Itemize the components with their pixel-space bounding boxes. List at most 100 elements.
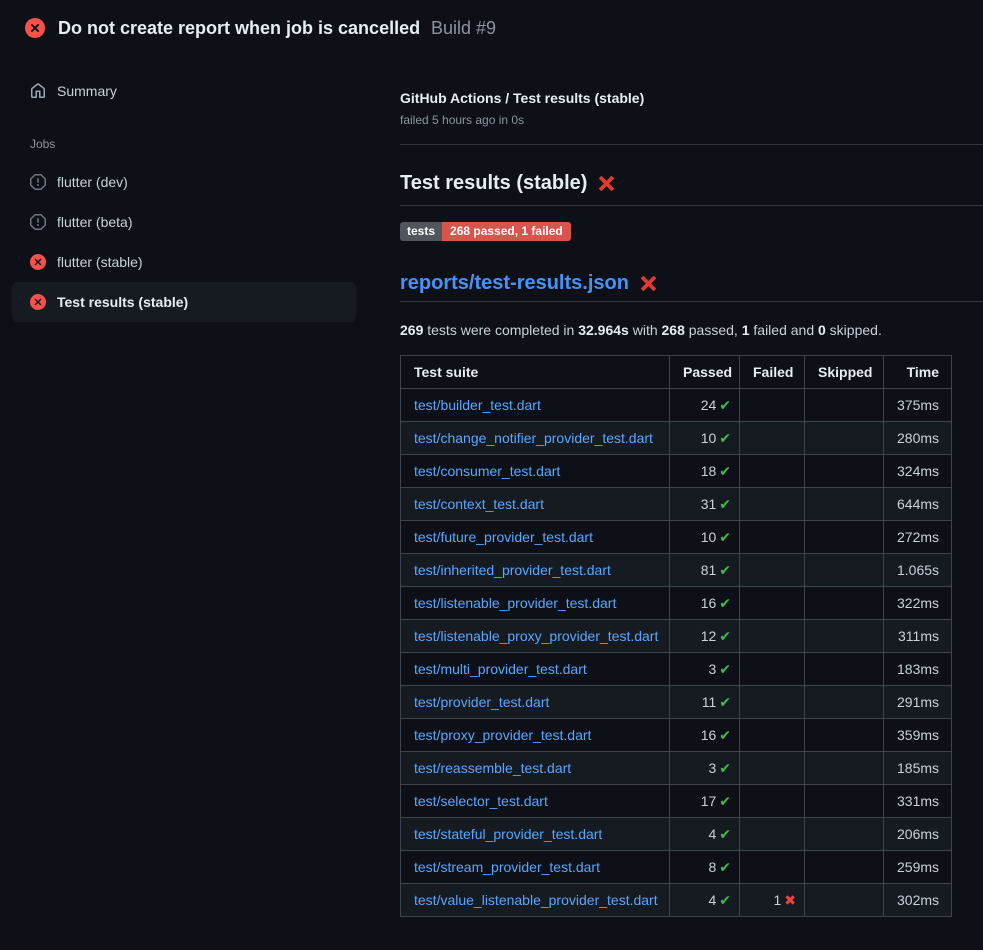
table-row: test/future_provider_test.dart 10✔ 272ms bbox=[401, 521, 952, 554]
test-suite-link[interactable]: test/stream_provider_test.dart bbox=[414, 859, 600, 875]
job-label: Test results (stable) bbox=[57, 294, 188, 310]
failed-cell bbox=[740, 686, 805, 719]
check-icon: ✔ bbox=[719, 628, 731, 644]
check-icon: ✔ bbox=[719, 430, 731, 446]
passed-cell: 16✔ bbox=[670, 587, 740, 620]
test-suite-link[interactable]: test/multi_provider_test.dart bbox=[414, 661, 587, 677]
cross-mark-icon bbox=[597, 174, 616, 193]
summary-failed: 1 bbox=[742, 322, 750, 338]
test-suite-link[interactable]: test/builder_test.dart bbox=[414, 397, 541, 413]
test-suite-link[interactable]: test/inherited_provider_test.dart bbox=[414, 562, 611, 578]
check-icon: ✔ bbox=[719, 397, 731, 413]
cancelled-icon bbox=[30, 174, 46, 190]
badge-label: tests bbox=[400, 222, 442, 241]
table-row: test/reassemble_test.dart 3✔ 185ms bbox=[401, 752, 952, 785]
passed-cell: 3✔ bbox=[670, 752, 740, 785]
skipped-cell bbox=[805, 752, 884, 785]
count: 16 bbox=[701, 595, 717, 611]
run-title-line: Do not create report when job is cancell… bbox=[58, 16, 496, 40]
failed-cell bbox=[740, 785, 805, 818]
cross-icon: ✖ bbox=[784, 892, 796, 908]
table-row: test/consumer_test.dart 18✔ 324ms bbox=[401, 455, 952, 488]
test-suite-link[interactable]: test/stateful_provider_test.dart bbox=[414, 826, 602, 842]
section-title: Test results (stable) bbox=[400, 171, 587, 195]
test-suite-link[interactable]: test/change_notifier_provider_test.dart bbox=[414, 430, 653, 446]
test-suite-link[interactable]: test/future_provider_test.dart bbox=[414, 529, 593, 545]
skipped-cell bbox=[805, 620, 884, 653]
time-cell: 359ms bbox=[884, 719, 952, 752]
breadcrumb: GitHub Actions / Test results (stable) bbox=[400, 90, 983, 107]
test-suite-link[interactable]: test/reassemble_test.dart bbox=[414, 760, 571, 776]
passed-cell: 81✔ bbox=[670, 554, 740, 587]
run-timestamp: failed 5 hours ago in 0s bbox=[400, 113, 983, 128]
test-suite-link[interactable]: test/listenable_proxy_provider_test.dart bbox=[414, 628, 658, 644]
table-row: test/listenable_provider_test.dart 16✔ 3… bbox=[401, 587, 952, 620]
check-icon: ✔ bbox=[719, 529, 731, 545]
failed-cell bbox=[740, 752, 805, 785]
report-file-link[interactable]: reports/test-results.json bbox=[400, 271, 629, 295]
page-layout: Summary Jobs flutter (dev) flutter (beta… bbox=[0, 54, 983, 917]
test-summary-sentence: 269 tests were completed in 32.964s with… bbox=[400, 322, 983, 339]
table-row: test/change_notifier_provider_test.dart … bbox=[401, 422, 952, 455]
job-label: flutter (beta) bbox=[57, 214, 132, 230]
table-row: test/context_test.dart 31✔ 644ms bbox=[401, 488, 952, 521]
count: 3 bbox=[708, 661, 716, 677]
divider bbox=[400, 144, 983, 145]
time-cell: 322ms bbox=[884, 587, 952, 620]
sidebar-item-flutter-dev[interactable]: flutter (dev) bbox=[12, 162, 356, 202]
skipped-cell bbox=[805, 851, 884, 884]
sidebar-item-test-results-stable[interactable]: Test results (stable) bbox=[12, 282, 356, 322]
test-suite-link[interactable]: test/context_test.dart bbox=[414, 496, 544, 512]
passed-cell: 12✔ bbox=[670, 620, 740, 653]
count: 81 bbox=[701, 562, 717, 578]
sidebar-item-flutter-stable[interactable]: flutter (stable) bbox=[12, 242, 356, 282]
test-suite-link[interactable]: test/proxy_provider_test.dart bbox=[414, 727, 591, 743]
test-suite-link[interactable]: test/consumer_test.dart bbox=[414, 463, 560, 479]
count: 31 bbox=[701, 496, 717, 512]
table-row: test/provider_test.dart 11✔ 291ms bbox=[401, 686, 952, 719]
skipped-cell bbox=[805, 587, 884, 620]
test-suite-link[interactable]: test/value_listenable_provider_test.dart bbox=[414, 892, 658, 908]
sidebar-item-flutter-beta[interactable]: flutter (beta) bbox=[12, 202, 356, 242]
count: 24 bbox=[701, 397, 717, 413]
skipped-cell bbox=[805, 521, 884, 554]
check-icon: ✔ bbox=[719, 793, 731, 809]
failed-status-icon bbox=[30, 254, 46, 270]
count: 11 bbox=[702, 694, 717, 710]
skipped-cell bbox=[805, 455, 884, 488]
failed-cell bbox=[740, 554, 805, 587]
summary-text: skipped. bbox=[826, 322, 882, 338]
time-cell: 259ms bbox=[884, 851, 952, 884]
passed-cell: 17✔ bbox=[670, 785, 740, 818]
table-row: test/inherited_provider_test.dart 81✔ 1.… bbox=[401, 554, 952, 587]
test-suite-link[interactable]: test/provider_test.dart bbox=[414, 694, 549, 710]
summary-skipped: 0 bbox=[818, 322, 826, 338]
count: 10 bbox=[701, 529, 717, 545]
summary-total: 269 bbox=[400, 322, 423, 338]
check-icon: ✔ bbox=[719, 694, 731, 710]
table-row: test/listenable_proxy_provider_test.dart… bbox=[401, 620, 952, 653]
skipped-cell bbox=[805, 785, 884, 818]
home-icon bbox=[30, 83, 46, 99]
test-suite-link[interactable]: test/selector_test.dart bbox=[414, 793, 548, 809]
summary-text: failed and bbox=[750, 322, 819, 338]
test-results-table-body: test/builder_test.dart 24✔ 375ms test/ch… bbox=[401, 389, 952, 917]
failed-cell bbox=[740, 587, 805, 620]
skipped-cell bbox=[805, 488, 884, 521]
report-title-row: reports/test-results.json bbox=[400, 271, 983, 302]
sidebar-item-summary[interactable]: Summary bbox=[12, 72, 356, 110]
test-suite-link[interactable]: test/listenable_provider_test.dart bbox=[414, 595, 616, 611]
skipped-cell bbox=[805, 554, 884, 587]
table-row: test/value_listenable_provider_test.dart… bbox=[401, 884, 952, 917]
count: 8 bbox=[708, 859, 716, 875]
failed-cell bbox=[740, 389, 805, 422]
check-icon: ✔ bbox=[719, 496, 731, 512]
summary-duration: 32.964s bbox=[578, 322, 629, 338]
count: 16 bbox=[701, 727, 717, 743]
passed-cell: 10✔ bbox=[670, 422, 740, 455]
time-cell: 311ms bbox=[884, 620, 952, 653]
check-icon: ✔ bbox=[719, 892, 731, 908]
sidebar: Summary Jobs flutter (dev) flutter (beta… bbox=[0, 54, 368, 322]
cross-mark-icon bbox=[639, 274, 658, 293]
passed-cell: 10✔ bbox=[670, 521, 740, 554]
